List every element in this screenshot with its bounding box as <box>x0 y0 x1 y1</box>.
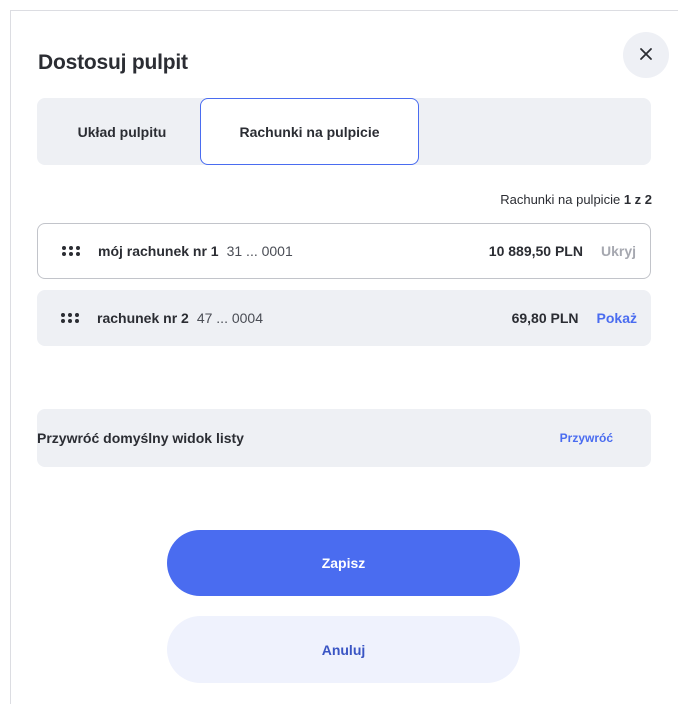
account-balance: 10 889,50 PLN <box>488 243 583 259</box>
drag-handle-icon[interactable] <box>61 313 79 323</box>
save-button[interactable]: Zapisz <box>167 530 520 596</box>
account-row: rachunek nr 2 47 ... 0004 69,80 PLN Poka… <box>37 290 651 346</box>
restore-button[interactable]: Przywróć <box>560 431 613 445</box>
show-account-button[interactable]: Pokaż <box>597 310 637 326</box>
customize-dashboard-dialog: Dostosuj pulpit Układ pulpitu Rachunki n… <box>10 10 678 704</box>
account-number: 47 ... 0004 <box>196 310 263 326</box>
accounts-count-label: Rachunki na pulpicie <box>500 192 621 207</box>
restore-default-panel: Przywróć domyślny widok listy Przywróć <box>37 409 651 467</box>
drag-handle-icon[interactable] <box>62 246 80 256</box>
accounts-count-value: 1 z 2 <box>623 192 652 207</box>
accounts-count: Rachunki na pulpicie 1 z 2 <box>500 192 652 207</box>
close-button[interactable] <box>623 32 669 78</box>
close-icon <box>639 47 653 64</box>
cancel-button[interactable]: Anuluj <box>167 616 520 683</box>
dialog-title: Dostosuj pulpit <box>38 51 188 74</box>
tab-dashboard-layout[interactable]: Układ pulpitu <box>47 98 197 165</box>
account-name: mój rachunek nr 1 <box>98 243 219 259</box>
account-balance: 69,80 PLN <box>511 310 579 326</box>
account-name: rachunek nr 2 <box>97 310 189 326</box>
account-row: mój rachunek nr 1 31 ... 0001 10 889,50 … <box>37 223 651 279</box>
restore-default-label: Przywróć domyślny widok listy <box>37 430 244 446</box>
tab-dashboard-accounts[interactable]: Rachunki na pulpicie <box>200 98 419 165</box>
tab-bar: Układ pulpitu Rachunki na pulpicie <box>37 98 651 165</box>
hide-account-button[interactable]: Ukryj <box>601 243 636 259</box>
account-number: 31 ... 0001 <box>226 243 293 259</box>
